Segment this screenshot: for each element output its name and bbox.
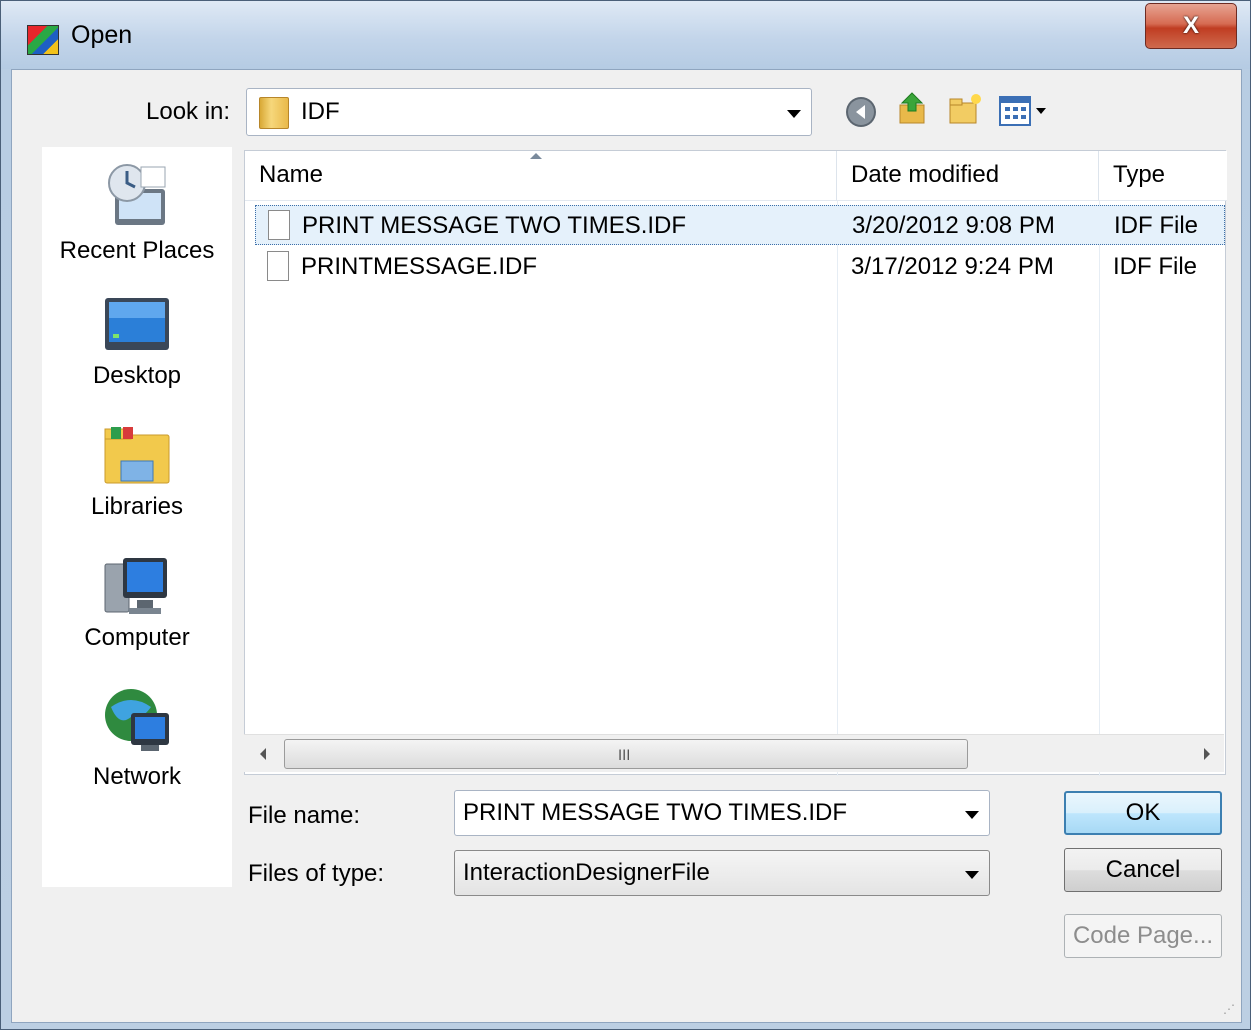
place-desktop[interactable]: Desktop <box>42 294 232 390</box>
chevron-down-icon <box>787 110 801 118</box>
file-name-label: File name: <box>248 802 361 829</box>
network-icon <box>105 689 169 751</box>
place-label: Desktop <box>92 362 182 389</box>
place-computer[interactable]: Computer <box>42 556 232 652</box>
horizontal-scrollbar[interactable]: III <box>244 734 1224 772</box>
column-divider <box>837 201 838 776</box>
file-name: PRINTMESSAGE.IDF <box>301 253 538 280</box>
file-name-value: PRINT MESSAGE TWO TIMES.IDF <box>463 799 848 826</box>
scroll-left-icon[interactable] <box>258 747 268 761</box>
code-page-button: Code Page... <box>1064 914 1222 958</box>
window-title: Open <box>71 21 133 49</box>
chevron-down-icon[interactable] <box>965 811 979 819</box>
chevron-down-icon <box>965 871 979 879</box>
column-header-type[interactable]: Type <box>1099 151 1227 201</box>
new-folder-icon[interactable] <box>948 92 982 126</box>
look-in-label: Look in: <box>146 98 231 125</box>
place-recent-places[interactable]: Recent Places <box>42 161 232 265</box>
scrollbar-grip: III <box>618 748 631 764</box>
column-header-date-modified[interactable]: Date modified <box>837 151 1099 201</box>
resize-grip-icon[interactable]: ⋰ <box>1223 1002 1235 1016</box>
place-label: Libraries <box>90 493 184 520</box>
place-libraries[interactable]: Libraries <box>42 425 232 521</box>
file-type-label: Files of type: <box>248 860 385 887</box>
desktop-icon <box>105 298 169 350</box>
place-label: Recent Places <box>59 237 215 264</box>
column-divider <box>1099 201 1100 776</box>
open-dialog: Open X Look in: IDF Recent Places Deskto… <box>0 0 1251 1030</box>
place-label: Computer <box>84 624 190 651</box>
file-list[interactable]: Name Date modified Type PRINT MESSAGE TW… <box>244 150 1227 776</box>
ok-button[interactable]: OK <box>1064 791 1222 835</box>
folder-icon <box>259 97 289 129</box>
document-icon <box>268 210 290 240</box>
file-row[interactable]: PRINTMESSAGE.IDF 3/17/2012 9:24 PM IDF F… <box>255 247 1225 287</box>
column-header-name[interactable]: Name <box>245 151 837 201</box>
up-folder-icon[interactable] <box>896 92 930 126</box>
document-icon <box>267 251 289 281</box>
file-row[interactable]: PRINT MESSAGE TWO TIMES.IDF 3/20/2012 9:… <box>255 205 1225 245</box>
scroll-right-icon[interactable] <box>1202 747 1212 761</box>
libraries-icon <box>104 427 170 484</box>
file-type: IDF File <box>1113 253 1197 280</box>
sort-ascending-icon <box>530 153 542 159</box>
close-button[interactable]: X <box>1145 3 1237 49</box>
look-in-combo[interactable]: IDF <box>246 88 812 136</box>
place-label: Network <box>92 763 182 790</box>
app-icon <box>27 25 59 55</box>
cancel-button[interactable]: Cancel <box>1064 848 1222 892</box>
file-name-input[interactable]: PRINT MESSAGE TWO TIMES.IDF <box>454 790 990 836</box>
computer-icon <box>104 558 167 614</box>
places-bar: Recent Places Desktop Libraries Computer… <box>42 147 232 887</box>
file-type: IDF File <box>1114 212 1198 239</box>
title-bar[interactable]: Open X <box>1 1 1250 69</box>
place-network[interactable]: Network <box>42 687 232 791</box>
back-icon[interactable] <box>844 95 878 129</box>
view-menu-icon[interactable] <box>998 94 1054 128</box>
file-name: PRINT MESSAGE TWO TIMES.IDF <box>302 212 687 239</box>
file-type-select[interactable]: InteractionDesignerFile <box>454 850 990 896</box>
file-date: 3/20/2012 9:08 PM <box>852 212 1055 239</box>
dialog-body: Look in: IDF Recent Places Desktop Libra… <box>11 69 1242 1023</box>
scrollbar-thumb[interactable]: III <box>284 739 968 769</box>
look-in-value: IDF <box>301 98 340 125</box>
file-date: 3/17/2012 9:24 PM <box>851 253 1054 280</box>
recent-places-icon <box>108 164 166 225</box>
file-type-value: InteractionDesignerFile <box>463 859 710 886</box>
